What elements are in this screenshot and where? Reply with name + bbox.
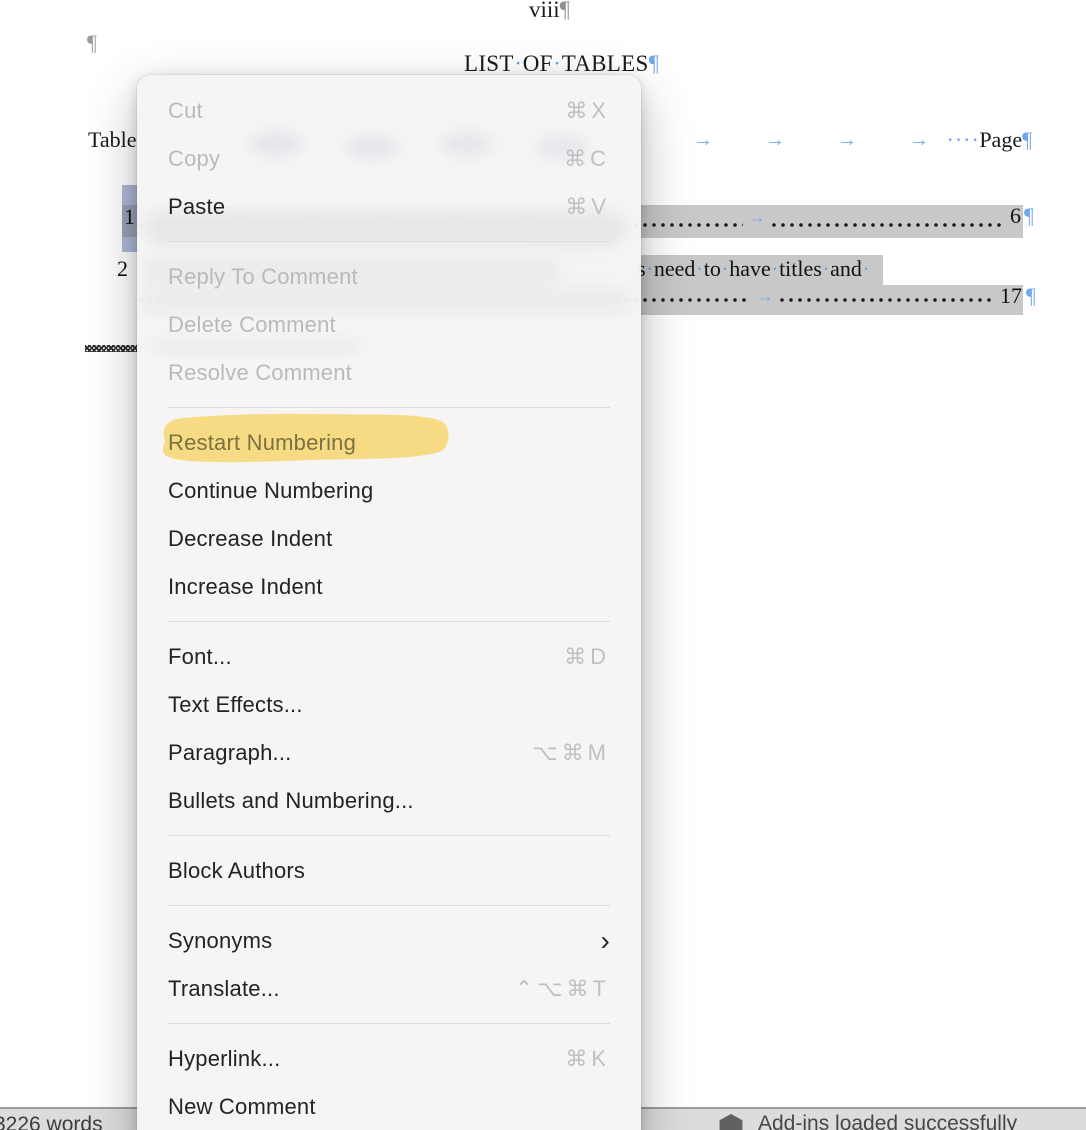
- toc-page-number: 6: [1010, 203, 1021, 229]
- paragraph-mark-icon: ¶: [1026, 283, 1036, 309]
- word-count[interactable]: 3226 words: [0, 1113, 103, 1130]
- addin-status: Add-ins loaded successfully: [718, 1112, 1017, 1130]
- hexagon-icon: [718, 1114, 744, 1130]
- menu-divider: [168, 407, 610, 408]
- menu-item-reply-to-comment: Reply To Comment: [137, 253, 641, 301]
- tab-arrow-icon: →: [755, 286, 774, 308]
- menu-item-cut: Cut ⌘X: [137, 87, 641, 135]
- word-document-window: viii¶ ¶ LIST·OF·TABLES¶ Table → → → → ··…: [0, 0, 1086, 1130]
- toc-entry-number: 1: [124, 204, 135, 230]
- context-menu: Cut ⌘X Copy ⌘C Paste ⌘V Reply To Comment…: [137, 75, 641, 1130]
- tab-arrow-icon: →: [765, 129, 785, 152]
- menu-item-decrease-indent[interactable]: Decrease Indent: [137, 515, 641, 563]
- toc-entry-number: 2: [117, 256, 128, 282]
- shortcut-label: ⌘X: [565, 98, 610, 124]
- tab-arrow-icon: →: [909, 129, 929, 152]
- menu-item-increase-indent[interactable]: Increase Indent: [137, 563, 641, 611]
- menu-item-translate[interactable]: Translate... ⌃⌥⌘T: [137, 965, 641, 1013]
- paragraph-mark-icon: ¶: [560, 0, 570, 22]
- paragraph-mark-icon: ¶: [649, 51, 660, 76]
- menu-item-paragraph[interactable]: Paragraph... ⌥⌘M: [137, 729, 641, 777]
- page-number: viii¶: [529, 0, 570, 23]
- toc-entry-text: s·need·to·have·titles·and·: [637, 256, 870, 282]
- shortcut-label: ⌥⌘M: [532, 740, 610, 766]
- menu-item-font[interactable]: Font... ⌘D: [137, 633, 641, 681]
- menu-item-paste[interactable]: Paste ⌘V: [137, 183, 641, 231]
- shortcut-label: ⌃⌥⌘T: [515, 976, 610, 1002]
- list-of-tables-heading: LIST·OF·TABLES¶: [464, 51, 659, 77]
- heading-text: LIST·OF·TABLES: [464, 51, 649, 76]
- shortcut-label: ⌘C: [564, 146, 610, 172]
- menu-item-continue-numbering[interactable]: Continue Numbering: [137, 467, 641, 515]
- dot-leader: [778, 296, 996, 304]
- menu-item-hyperlink[interactable]: Hyperlink... ⌘K: [137, 1035, 641, 1083]
- menu-divider: [168, 905, 610, 906]
- toc-header-table-label: Table: [88, 127, 137, 153]
- menu-divider: [168, 241, 610, 242]
- submenu-chevron-icon: ›: [600, 931, 610, 951]
- tab-arrow-icon: →: [747, 207, 766, 229]
- page-number-text: viii: [529, 0, 560, 22]
- addin-status-text: Add-ins loaded successfully: [758, 1112, 1017, 1130]
- menu-item-block-authors[interactable]: Block Authors: [137, 847, 641, 895]
- menu-item-text-effects[interactable]: Text Effects...: [137, 681, 641, 729]
- paragraph-mark-icon: ¶: [1024, 203, 1034, 229]
- shortcut-label: ⌘V: [565, 194, 610, 220]
- paragraph-mark-icon: ¶: [1022, 127, 1032, 152]
- menu-divider: [168, 1023, 610, 1024]
- paragraph-mark-icon: ¶: [87, 30, 97, 56]
- toc-header-page-label: ····Page¶: [946, 127, 1032, 153]
- toc-page-number: 17: [1000, 283, 1022, 309]
- menu-divider: [168, 621, 610, 622]
- dot-leader: [770, 221, 1006, 229]
- tab-arrow-icon: →: [837, 129, 857, 152]
- tab-arrow-icon: →: [693, 129, 713, 152]
- menu-item-restart-numbering[interactable]: Restart Numbering: [137, 419, 641, 467]
- menu-item-new-comment[interactable]: New Comment: [137, 1083, 641, 1130]
- shortcut-label: ⌘D: [564, 644, 610, 670]
- shortcut-label: ⌘K: [565, 1046, 610, 1072]
- menu-item-delete-comment: Delete Comment: [137, 301, 641, 349]
- menu-item-copy: Copy ⌘C: [137, 135, 641, 183]
- section-break-squiggle: [85, 345, 137, 352]
- menu-divider: [168, 835, 610, 836]
- menu-item-bullets-and-numbering[interactable]: Bullets and Numbering...: [137, 777, 641, 825]
- menu-item-resolve-comment: Resolve Comment: [137, 349, 641, 397]
- menu-item-synonyms[interactable]: Synonyms ›: [137, 917, 641, 965]
